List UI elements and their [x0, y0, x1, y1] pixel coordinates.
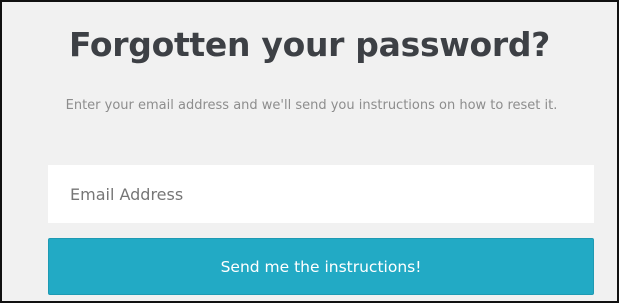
send-instructions-button[interactable]: Send me the instructions!	[48, 238, 594, 295]
forgot-password-panel: Forgotten your password? Enter your emai…	[0, 0, 619, 303]
email-field[interactable]	[48, 165, 594, 223]
instructions-text: Enter your email address and we'll send …	[65, 98, 558, 113]
page-title: Forgotten your password?	[69, 25, 550, 64]
